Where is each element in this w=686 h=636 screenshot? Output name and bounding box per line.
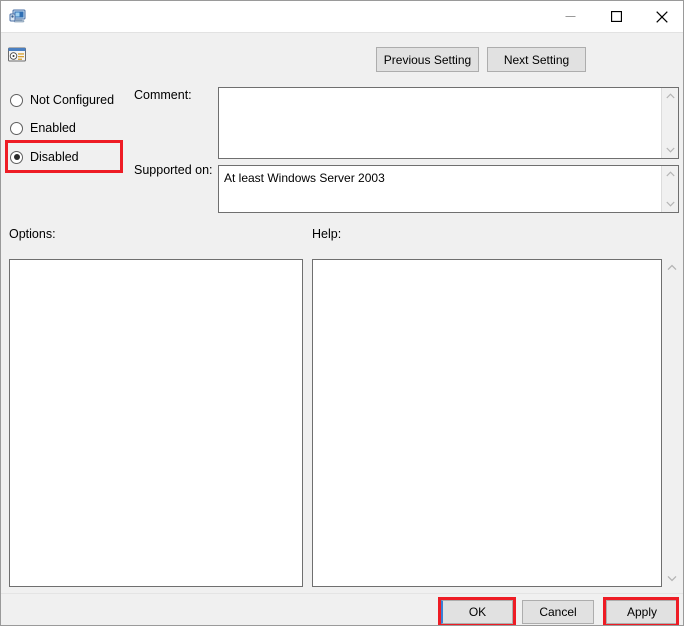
radio-mark-enabled bbox=[10, 121, 23, 135]
chevron-down-icon[interactable] bbox=[663, 570, 680, 587]
supported-on-value: At least Windows Server 2003 bbox=[224, 171, 385, 185]
close-icon bbox=[656, 10, 668, 23]
comment-scrollbar[interactable] bbox=[661, 88, 678, 158]
radio-enabled[interactable]: Enabled bbox=[10, 118, 76, 138]
apply-button[interactable]: Apply bbox=[606, 600, 678, 624]
radio-mark-not-configured bbox=[10, 93, 23, 107]
maximize-icon bbox=[610, 11, 622, 22]
next-setting-button[interactable]: Next Setting bbox=[487, 47, 586, 72]
radio-label-disabled: Disabled bbox=[30, 150, 79, 164]
minimize-icon bbox=[565, 16, 575, 17]
chevron-up-icon[interactable] bbox=[663, 259, 680, 276]
ok-button[interactable]: OK bbox=[441, 600, 513, 624]
supported-on-label: Supported on: bbox=[134, 163, 213, 177]
options-pane[interactable] bbox=[9, 259, 303, 587]
radio-mark-disabled bbox=[10, 150, 23, 164]
group-policy-setting-dialog: Previous Setting Next Setting Not Config… bbox=[0, 0, 684, 626]
radio-disabled[interactable]: Disabled bbox=[10, 147, 79, 167]
cancel-button[interactable]: Cancel bbox=[522, 600, 594, 624]
comment-input[interactable] bbox=[218, 87, 679, 159]
radio-not-configured[interactable]: Not Configured bbox=[10, 90, 114, 110]
chevron-down-icon[interactable] bbox=[662, 196, 678, 212]
footer-divider bbox=[1, 593, 683, 594]
options-label: Options: bbox=[9, 227, 56, 241]
chevron-down-icon[interactable] bbox=[662, 142, 678, 158]
supported-on-scrollbar[interactable] bbox=[661, 166, 678, 212]
maximize-button[interactable] bbox=[593, 1, 639, 32]
computer-policy-icon bbox=[9, 7, 27, 25]
previous-setting-button[interactable]: Previous Setting bbox=[376, 47, 479, 72]
help-label: Help: bbox=[312, 227, 342, 241]
title-bar bbox=[1, 1, 683, 33]
radio-label-enabled: Enabled bbox=[30, 121, 76, 135]
chevron-up-icon[interactable] bbox=[662, 166, 678, 182]
supported-on-field[interactable]: At least Windows Server 2003 bbox=[218, 165, 679, 213]
close-button[interactable] bbox=[639, 1, 683, 32]
chevron-up-icon[interactable] bbox=[662, 88, 678, 104]
comment-label: Comment: bbox=[134, 88, 192, 102]
help-pane[interactable] bbox=[312, 259, 662, 587]
help-scrollbar[interactable] bbox=[663, 259, 680, 587]
minimize-button[interactable] bbox=[547, 1, 593, 32]
policy-setting-icon bbox=[7, 45, 27, 65]
radio-label-not-configured: Not Configured bbox=[30, 93, 115, 107]
